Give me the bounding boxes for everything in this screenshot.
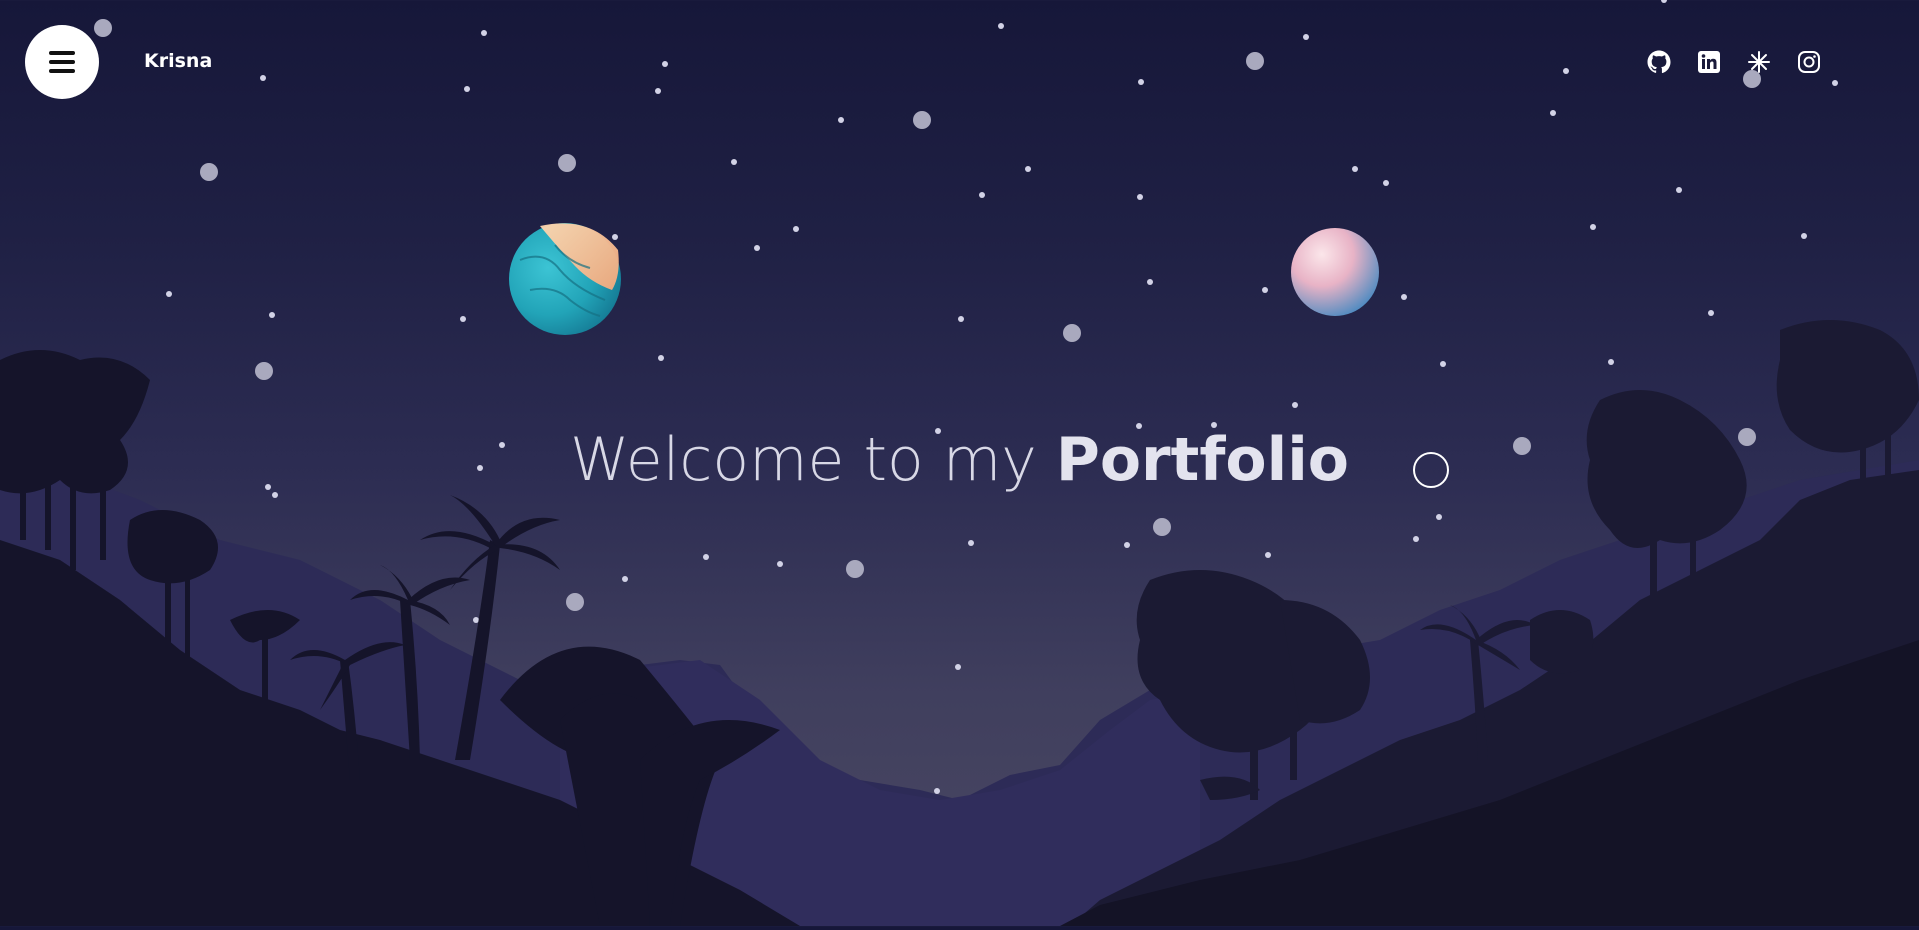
- social-links: [1645, 48, 1823, 76]
- cursor-ring-icon: [1413, 452, 1449, 488]
- hero-welcome-text: Welcome to my: [569, 425, 1037, 495]
- hero-highlight-text: Portfolio: [1055, 425, 1350, 495]
- large-stars: [94, 19, 1761, 611]
- hero-heading: Welcome to my Portfolio: [0, 425, 1919, 495]
- planet-teal-icon: [509, 223, 621, 335]
- hamburger-menu-icon: [49, 51, 75, 73]
- asterisk-link[interactable]: [1745, 48, 1773, 76]
- linkedin-icon: [1698, 51, 1720, 73]
- brand-name[interactable]: Krisna: [144, 50, 212, 72]
- instagram-link[interactable]: [1795, 48, 1823, 76]
- linkedin-link[interactable]: [1695, 48, 1723, 76]
- github-icon: [1647, 50, 1671, 74]
- instagram-icon: [1798, 51, 1820, 73]
- planet-pink-icon: [1291, 228, 1379, 316]
- asterisk-icon: [1748, 51, 1770, 73]
- github-link[interactable]: [1645, 48, 1673, 76]
- menu-button[interactable]: [25, 25, 99, 99]
